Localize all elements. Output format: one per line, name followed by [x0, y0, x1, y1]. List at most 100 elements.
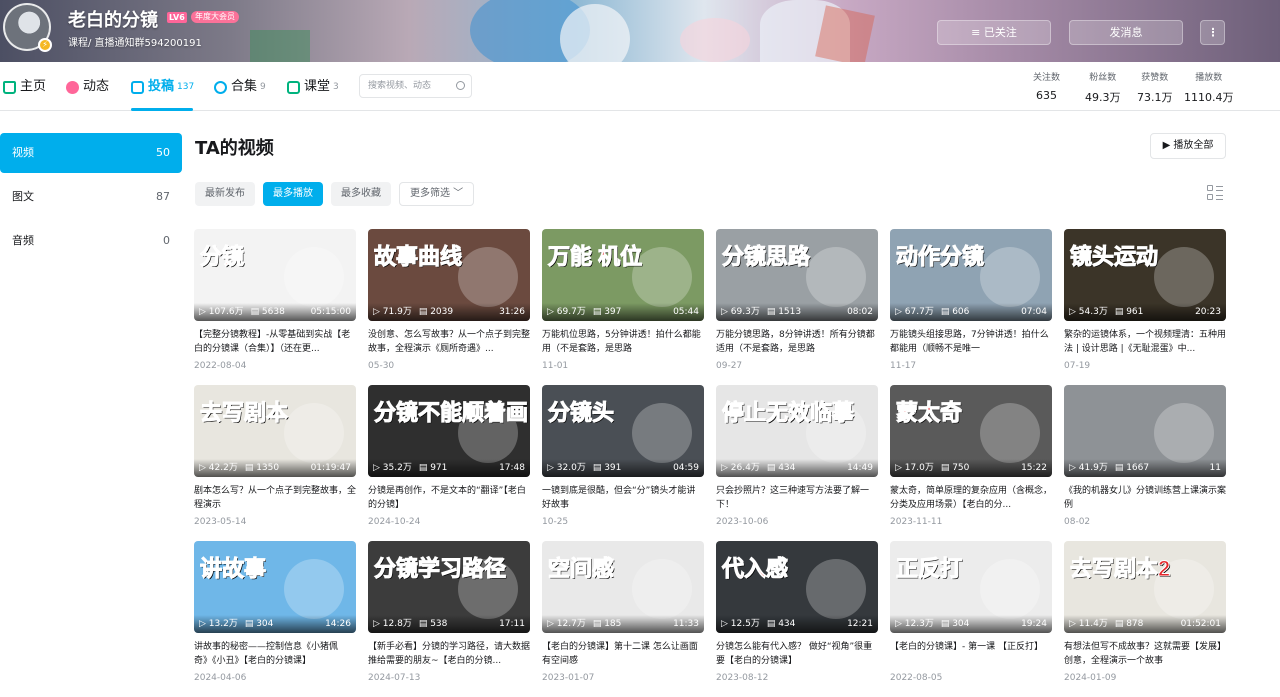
video-thumbnail[interactable]: 故事曲线 ▷ 71.9万 ▤ 2039 31:26 — [368, 229, 530, 321]
sidebar-item-0[interactable]: 视频 50 — [0, 133, 182, 173]
video-title[interactable]: 繁杂的运镜体系，一个视频理清：五种用法 | 设计思路 |《无耻混蛋》中... — [1064, 328, 1226, 356]
username[interactable]: 老白的分镜 — [68, 6, 158, 32]
video-date: 09-27 — [716, 361, 743, 371]
video-card[interactable]: 动作分镜 ▷ 67.7万 ▤ 606 07:04 万能镜头组接思路，7分钟讲透！拍什么都… — [890, 229, 1052, 385]
video-title[interactable]: 剧本怎么写？从一个点子到完整故事，全程演示 — [194, 484, 356, 512]
more-menu-button[interactable]: ⋮ — [1200, 20, 1225, 45]
level-badge: LV6 — [167, 12, 187, 23]
video-duration: 07:04 — [1021, 307, 1047, 317]
video-date: 2023-10-06 — [716, 517, 769, 527]
video-thumbnail[interactable]: ▷ 41.9万 ▤ 1667 11 — [1064, 385, 1226, 477]
more-filter-dropdown[interactable]: 更多筛选 ﹀ — [399, 182, 475, 206]
video-card[interactable]: 正反打 ▷ 12.3万 ▤ 304 19:24 【老白的分镜课】- 第一课 【正反打】 2… — [890, 541, 1052, 697]
thumbnail-caption: 分镜不能顺着画 — [373, 400, 529, 426]
video-card[interactable]: 代入感 ▷ 12.5万 ▤ 434 12:21 分镜怎么能有代入感？ 做好“视角”很重要… — [716, 541, 878, 697]
video-thumbnail[interactable]: 分镜思路 ▷ 69.3万 ▤ 1513 08:02 — [716, 229, 878, 321]
tab-collection-count: 9 — [260, 82, 266, 92]
sort-tab-1[interactable]: 最多播放 — [263, 182, 323, 206]
thumbnail-caption: 故事曲线 — [373, 244, 463, 270]
video-title[interactable]: 万能机位思路，5分钟讲透！拍什么都能用（不是套路，是思路 — [542, 328, 704, 356]
video-title[interactable]: 【新手必看】分镜的学习路径，请大数据推给需要的朋友~【老白的分镜... — [368, 640, 530, 668]
video-card[interactable]: 故事曲线 ▷ 71.9万 ▤ 2039 31:26 没创意、怎么写故事？从一个点子到完整… — [368, 229, 530, 385]
danmaku-count: ▤ 750 — [940, 463, 970, 473]
message-button[interactable]: 发消息 — [1069, 20, 1183, 45]
video-card[interactable]: 镜头运动 ▷ 54.3万 ▤ 961 20:23 繁杂的运镜体系，一个视频理清：五种用法… — [1064, 229, 1226, 385]
thumbnail-caption: 分镜 — [199, 244, 245, 270]
search-input[interactable]: 搜索视频、动态 — [359, 74, 472, 98]
video-card[interactable]: 蒙太奇 ▷ 17.0万 ▤ 750 15:22 蒙太奇，简单原理的复杂应用（含概念，分类… — [890, 385, 1052, 541]
video-thumbnail[interactable]: 代入感 ▷ 12.5万 ▤ 434 12:21 — [716, 541, 878, 633]
video-title[interactable]: 分镜怎么能有代入感？ 做好“视角”很重要【老白的分镜课】 — [716, 640, 878, 668]
thumbnail-art — [980, 403, 1040, 463]
video-title[interactable]: 万能分镜思路，8分钟讲透！所有分镜都适用（不是套路，是思路 — [716, 328, 878, 356]
video-card[interactable]: 分镜 ▷ 107.6万 ▤ 5638 05:15:00 【完整分镜教程】-从零基础到实战… — [194, 229, 356, 385]
video-title[interactable]: 蒙太奇，简单原理的复杂应用（含概念，分类及应用场景）【老白的分... — [890, 484, 1052, 512]
sidebar-item-2[interactable]: 音频 0 — [0, 221, 182, 261]
video-card[interactable]: 去写剧本 ▷ 42.2万 ▤ 1350 01:19:47 剧本怎么写？从一个点子到完整故… — [194, 385, 356, 541]
video-title[interactable]: 没创意、怎么写故事？从一个点子到完整故事，全程演示《厕所奇遇》... — [368, 328, 530, 356]
video-card[interactable]: 万能 机位 ▷ 69.7万 ▤ 397 05:44 万能机位思路，5分钟讲透！拍什么都能… — [542, 229, 704, 385]
verified-badge-icon: ⚡ — [38, 38, 52, 52]
video-card[interactable]: 分镜学习路径 ▷ 12.8万 ▤ 538 17:11 【新手必看】分镜的学习路径，请大数… — [368, 541, 530, 697]
book-icon — [287, 80, 300, 94]
video-thumbnail[interactable]: 去写剧本 ▷ 42.2万 ▤ 1350 01:19:47 — [194, 385, 356, 477]
video-stats: ▷ 54.3万 ▤ 961 20:23 — [1064, 303, 1226, 321]
tab-course[interactable]: 课堂 3 — [287, 78, 339, 96]
video-stats: ▷ 13.2万 ▤ 304 14:26 — [194, 615, 356, 633]
video-card[interactable]: 空间感 ▷ 12.7万 ▤ 185 11:33 【老白的分镜课】第十二课 怎么让画面有空… — [542, 541, 704, 697]
video-title[interactable]: 《我的机器女儿》分镜训练营上课演示案例 — [1064, 484, 1226, 512]
stat-1[interactable]: 粉丝数 49.3万 — [1085, 70, 1121, 105]
video-title[interactable]: 分镜是再创作，不是文本的“翻译”【老白的分镜】 — [368, 484, 530, 512]
video-card[interactable]: ▷ 41.9万 ▤ 1667 11 《我的机器女儿》分镜训练营上课演示案例 08-02 — [1064, 385, 1226, 541]
play-count: ▷ 107.6万 — [199, 307, 244, 317]
video-stats: ▷ 17.0万 ▤ 750 15:22 — [890, 459, 1052, 477]
video-thumbnail[interactable]: 分镜学习路径 ▷ 12.8万 ▤ 538 17:11 — [368, 541, 530, 633]
follow-button[interactable]: ≡ 已关注 — [937, 20, 1051, 45]
vip-badge: 年度大会员 — [191, 11, 239, 23]
search-icon[interactable] — [456, 81, 465, 90]
video-thumbnail[interactable]: 正反打 ▷ 12.3万 ▤ 304 19:24 — [890, 541, 1052, 633]
video-thumbnail[interactable]: 空间感 ▷ 12.7万 ▤ 185 11:33 — [542, 541, 704, 633]
video-thumbnail[interactable]: 分镜不能顺着画 ▷ 35.2万 ▤ 971 17:48 — [368, 385, 530, 477]
tab-dynamic[interactable]: 动态 — [66, 78, 109, 96]
video-date: 2022-08-04 — [194, 361, 247, 371]
video-card[interactable]: 去写剧本2 ▷ 11.4万 ▤ 878 01:52:01 有想法但写不成故事？这就需要【… — [1064, 541, 1226, 697]
banner-art — [560, 4, 630, 62]
video-title[interactable]: 万能镜头组接思路，7分钟讲透！拍什么都能用（顺畅不是唯一 — [890, 328, 1052, 356]
sort-tab-2[interactable]: 最多收藏 — [331, 182, 391, 206]
video-card[interactable]: 分镜头 ▷ 32.0万 ▤ 391 04:59 一镜到底是很酷，但会“分”镜头才能讲好故… — [542, 385, 704, 541]
video-thumbnail[interactable]: 动作分镜 ▷ 67.7万 ▤ 606 07:04 — [890, 229, 1052, 321]
view-toggle-icon[interactable] — [1207, 185, 1223, 201]
thumbnail-caption: 停止无效临摹 — [721, 400, 855, 426]
video-stats: ▷ 32.0万 ▤ 391 04:59 — [542, 459, 704, 477]
video-thumbnail[interactable]: 镜头运动 ▷ 54.3万 ▤ 961 20:23 — [1064, 229, 1226, 321]
stat-2[interactable]: 获赞数 73.1万 — [1137, 70, 1173, 105]
video-thumbnail[interactable]: 去写剧本2 ▷ 11.4万 ▤ 878 01:52:01 — [1064, 541, 1226, 633]
video-card[interactable]: 停止无效临摹 ▷ 26.4万 ▤ 434 14:49 只会抄照片？这三种速写方法要了解一… — [716, 385, 878, 541]
video-thumbnail[interactable]: 讲故事 ▷ 13.2万 ▤ 304 14:26 — [194, 541, 356, 633]
tab-upload[interactable]: 投稿 137 — [131, 78, 194, 96]
video-thumbnail[interactable]: 分镜头 ▷ 32.0万 ▤ 391 04:59 — [542, 385, 704, 477]
video-card[interactable]: 讲故事 ▷ 13.2万 ▤ 304 14:26 讲故事的秘密——控制信息《小猪佩奇》《小… — [194, 541, 356, 697]
video-thumbnail[interactable]: 万能 机位 ▷ 69.7万 ▤ 397 05:44 — [542, 229, 704, 321]
video-card[interactable]: 分镜不能顺着画 ▷ 35.2万 ▤ 971 17:48 分镜是再创作，不是文本的“翻译”… — [368, 385, 530, 541]
tab-home[interactable]: 主页 — [3, 78, 46, 96]
sidebar-item-1[interactable]: 图文 87 — [0, 177, 182, 217]
video-thumbnail[interactable]: 分镜 ▷ 107.6万 ▤ 5638 05:15:00 — [194, 229, 356, 321]
stat-0[interactable]: 关注数 635 — [1033, 70, 1060, 102]
video-thumbnail[interactable]: 停止无效临摹 ▷ 26.4万 ▤ 434 14:49 — [716, 385, 878, 477]
video-title[interactable]: 一镜到底是很酷，但会“分”镜头才能讲好故事 — [542, 484, 704, 512]
video-title[interactable]: 讲故事的秘密——控制信息《小猪佩奇》《小丑》【老白的分镜课】 — [194, 640, 356, 668]
video-title[interactable]: 只会抄照片？这三种速写方法要了解一下！ — [716, 484, 878, 512]
video-title[interactable]: 有想法但写不成故事？这就需要【发展】创意，全程演示一个故事 — [1064, 640, 1226, 668]
stat-3[interactable]: 播放数 1110.4万 — [1184, 70, 1234, 105]
sort-tab-0[interactable]: 最新发布 — [195, 182, 255, 206]
video-thumbnail[interactable]: 蒙太奇 ▷ 17.0万 ▤ 750 15:22 — [890, 385, 1052, 477]
video-title[interactable]: 【老白的分镜课】第十二课 怎么让画面有空间感 — [542, 640, 704, 668]
video-title[interactable]: 【完整分镜教程】-从零基础到实战【老白的分镜课（合集）】（还在更... — [194, 328, 356, 356]
video-card[interactable]: 分镜思路 ▷ 69.3万 ▤ 1513 08:02 万能分镜思路，8分钟讲透！所有分镜都… — [716, 229, 878, 385]
tab-collection[interactable]: 合集 9 — [214, 78, 266, 96]
video-title[interactable]: 【老白的分镜课】- 第一课 【正反打】 — [890, 640, 1052, 668]
play-all-button[interactable]: ▶ 播放全部 — [1150, 133, 1226, 159]
play-count: ▷ 69.3万 — [721, 307, 760, 317]
